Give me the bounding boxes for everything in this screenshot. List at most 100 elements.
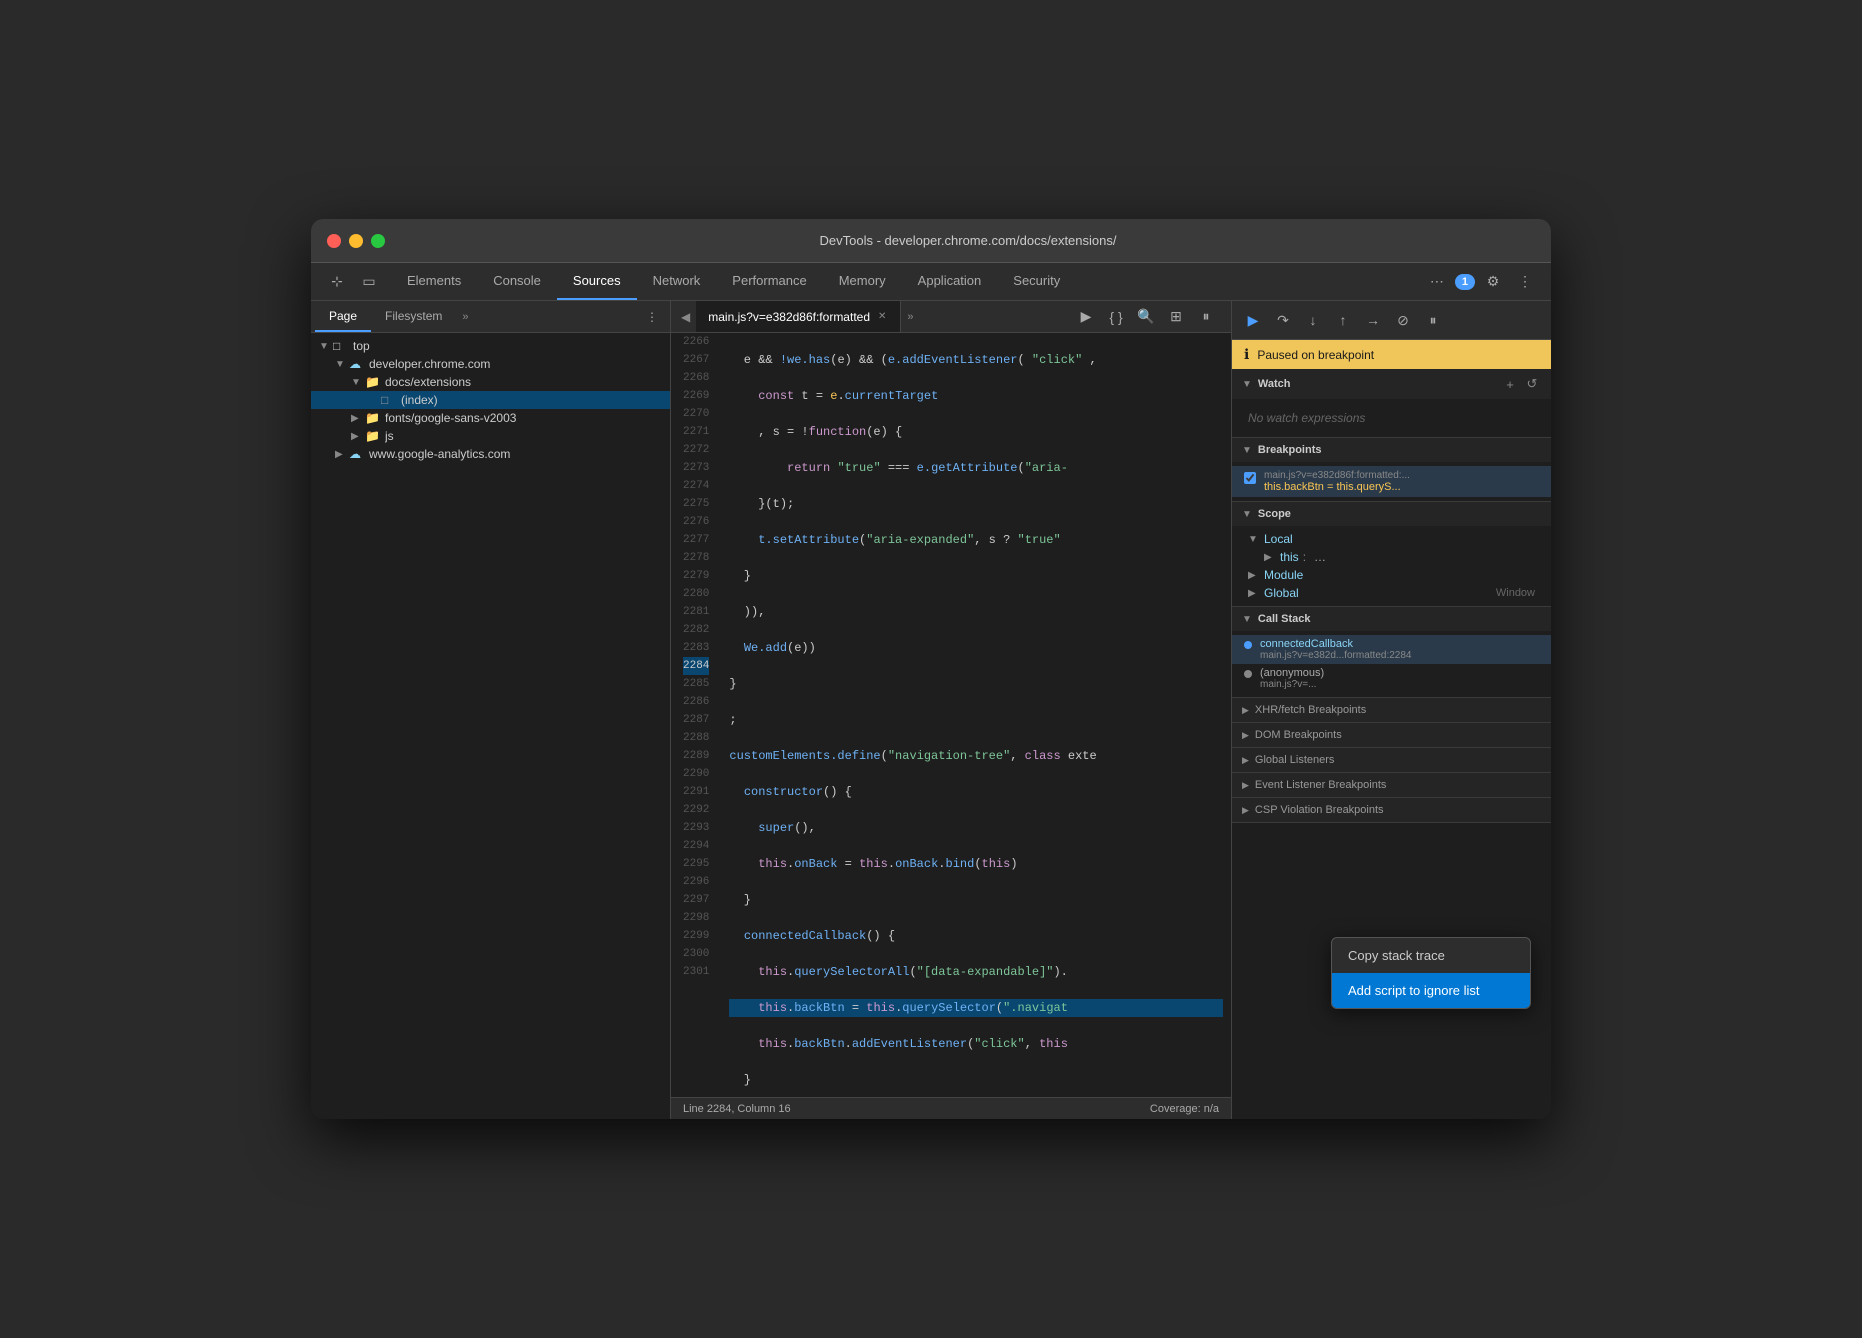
scope-local-item[interactable]: ▼ Local — [1232, 530, 1551, 548]
editor-panel: ◀ main.js?v=e382d86f:formatted ✕ » ▶ { }… — [671, 301, 1231, 1119]
tree-arrow-analytics: ▶ — [335, 449, 349, 460]
tree-item-docs[interactable]: ▼ 📁 docs/extensions — [311, 373, 670, 391]
step-out-button[interactable]: ↑ — [1330, 307, 1356, 333]
status-line-col: Line 2284, Column 16 — [683, 1103, 791, 1115]
info-icon: ℹ — [1244, 346, 1249, 363]
xhrfetch-section-header[interactable]: ▶ XHR/fetch Breakpoints — [1232, 698, 1551, 723]
tab-icons-left: ⊹ ▭ — [315, 268, 391, 296]
code-line: this.onBack = this.onBack.bind(this) — [729, 855, 1223, 873]
subtab-filesystem[interactable]: Filesystem — [371, 301, 456, 332]
traffic-lights — [327, 234, 385, 248]
tree-label-chrome: developer.chrome.com — [369, 357, 662, 371]
watch-section-header[interactable]: ▼ Watch + ↺ — [1232, 369, 1551, 399]
cursor-icon[interactable]: ⊹ — [323, 268, 351, 296]
status-bar: Line 2284, Column 16 Coverage: n/a — [671, 1097, 1231, 1119]
pretty-print-button[interactable]: { } — [1103, 304, 1129, 330]
more-tabs-button[interactable]: ⋯ — [1423, 268, 1451, 296]
editor-tab-close-button[interactable]: ✕ — [876, 309, 888, 324]
step-button[interactable]: → — [1360, 307, 1386, 333]
tab-security[interactable]: Security — [997, 263, 1076, 300]
subtab-page[interactable]: Page — [315, 301, 371, 332]
maximize-button[interactable] — [371, 234, 385, 248]
editor-tab-main[interactable]: main.js?v=e382d86f:formatted ✕ — [696, 301, 901, 332]
scope-module-label: Module — [1264, 568, 1303, 582]
callstack-item-connected[interactable]: connectedCallback main.js?v=e382d...form… — [1232, 635, 1551, 664]
scope-global-arrow-icon: ▶ — [1248, 588, 1258, 599]
minimize-button[interactable] — [349, 234, 363, 248]
close-button[interactable] — [327, 234, 341, 248]
code-line: } — [729, 891, 1223, 909]
tab-elements[interactable]: Elements — [391, 263, 477, 300]
editor-tab-more-icon[interactable]: » — [901, 311, 919, 323]
global-listeners-section-header[interactable]: ▶ Global Listeners — [1232, 748, 1551, 773]
editor-tab-back-icon[interactable]: ◀ — [675, 310, 696, 324]
more-options-icon[interactable]: ⋮ — [1511, 268, 1539, 296]
breakpoints-section-header[interactable]: ▼ Breakpoints — [1232, 438, 1551, 462]
search-button[interactable]: 🔍 — [1133, 304, 1159, 330]
tabs-end: ⋯ 1 ⚙ ⋮ — [1415, 268, 1547, 296]
tree-arrow-chrome: ▼ — [335, 359, 349, 370]
code-line: this.querySelectorAll("[data-expandable]… — [729, 963, 1223, 981]
scope-global-label: Global — [1264, 586, 1299, 600]
copy-stack-trace-item[interactable]: Copy stack trace — [1332, 938, 1530, 973]
callstack-section-title: Call Stack — [1258, 613, 1311, 625]
pause-button[interactable]: ⏸ — [1193, 304, 1219, 330]
tree-item-js[interactable]: ▶ 📁 js — [311, 427, 670, 445]
watch-section-title: Watch — [1258, 378, 1291, 390]
event-listener-section-header[interactable]: ▶ Event Listener Breakpoints — [1232, 773, 1551, 798]
tree-item-index[interactable]: □ (index) — [311, 391, 670, 409]
tab-network[interactable]: Network — [637, 263, 717, 300]
scope-content: ▼ Local ▶ this : … ▶ Module — [1232, 526, 1551, 606]
step-into-button[interactable]: ↓ — [1300, 307, 1326, 333]
csp-violation-section-header[interactable]: ▶ CSP Violation Breakpoints — [1232, 798, 1551, 823]
scope-module-item[interactable]: ▶ Module — [1232, 566, 1551, 584]
callstack-dot-anon — [1244, 670, 1252, 678]
settings-icon[interactable]: ⚙ — [1479, 268, 1507, 296]
callstack-section: ▼ Call Stack connectedCallback main.js?v… — [1232, 607, 1551, 698]
tree-label-docs: docs/extensions — [385, 375, 662, 389]
callstack-item-anon[interactable]: (anonymous) main.js?v=... — [1232, 664, 1551, 693]
subtab-menu-button[interactable]: ⋮ — [638, 303, 666, 331]
tab-application[interactable]: Application — [902, 263, 998, 300]
mobile-icon[interactable]: ▭ — [355, 268, 383, 296]
subtab-actions: ⋮ — [638, 303, 666, 331]
devtools-window: DevTools - developer.chrome.com/docs/ext… — [311, 219, 1551, 1119]
play-button[interactable]: ▶ — [1073, 304, 1099, 330]
deactivate-breakpoints-button[interactable]: ⊘ — [1390, 307, 1416, 333]
dom-breakpoints-section-header[interactable]: ▶ DOM Breakpoints — [1232, 723, 1551, 748]
subtab-more[interactable]: » — [456, 311, 474, 323]
scope-global-item[interactable]: ▶ Global Window — [1232, 584, 1551, 602]
main-tabs: Elements Console Sources Network Perform… — [391, 263, 1415, 300]
callstack-content: connectedCallback main.js?v=e382d...form… — [1232, 631, 1551, 697]
file-tree-panel: Page Filesystem » ⋮ ▼ □ top ▼ ☁ — [311, 301, 671, 1119]
code-content[interactable]: e && !we.has(e) && (e.addEventListener( … — [721, 333, 1231, 1097]
add-script-ignore-item[interactable]: Add script to ignore list — [1332, 973, 1530, 1008]
pause-on-exceptions-button[interactable]: ⏸ — [1420, 307, 1446, 333]
tab-memory[interactable]: Memory — [823, 263, 902, 300]
main-content: Page Filesystem » ⋮ ▼ □ top ▼ ☁ — [311, 301, 1551, 1119]
status-coverage: Coverage: n/a — [1150, 1103, 1219, 1115]
tab-console[interactable]: Console — [477, 263, 557, 300]
code-area[interactable]: 2266 2267 2268 2269 2270 2271 2272 2273 … — [671, 333, 1231, 1097]
tree-item-analytics[interactable]: ▶ ☁ www.google-analytics.com — [311, 445, 670, 463]
scope-this-item[interactable]: ▶ this : … — [1232, 548, 1551, 566]
add-watch-button[interactable]: + — [1501, 375, 1519, 393]
tree-item-fonts[interactable]: ▶ 📁 fonts/google-sans-v2003 — [311, 409, 670, 427]
watch-actions: + ↺ — [1501, 375, 1541, 393]
tree-arrow-top: ▼ — [319, 341, 333, 352]
breakpoint-checkbox[interactable] — [1244, 472, 1256, 484]
step-over-button[interactable]: ↷ — [1270, 307, 1296, 333]
folder-icon-js: 📁 — [365, 429, 381, 443]
callstack-section-header[interactable]: ▼ Call Stack — [1232, 607, 1551, 631]
tab-performance[interactable]: Performance — [716, 263, 822, 300]
watch-arrow-icon: ▼ — [1242, 379, 1252, 390]
code-line: )), — [729, 603, 1223, 621]
scope-section-header[interactable]: ▼ Scope — [1232, 502, 1551, 526]
tree-item-chrome[interactable]: ▼ ☁ developer.chrome.com — [311, 355, 670, 373]
scope-button[interactable]: ⊞ — [1163, 304, 1189, 330]
resume-button[interactable]: ▶ — [1240, 307, 1266, 333]
scope-this-label: this — [1280, 550, 1299, 564]
tree-item-top[interactable]: ▼ □ top — [311, 337, 670, 355]
tab-sources[interactable]: Sources — [557, 263, 637, 300]
refresh-watch-button[interactable]: ↺ — [1523, 375, 1541, 393]
